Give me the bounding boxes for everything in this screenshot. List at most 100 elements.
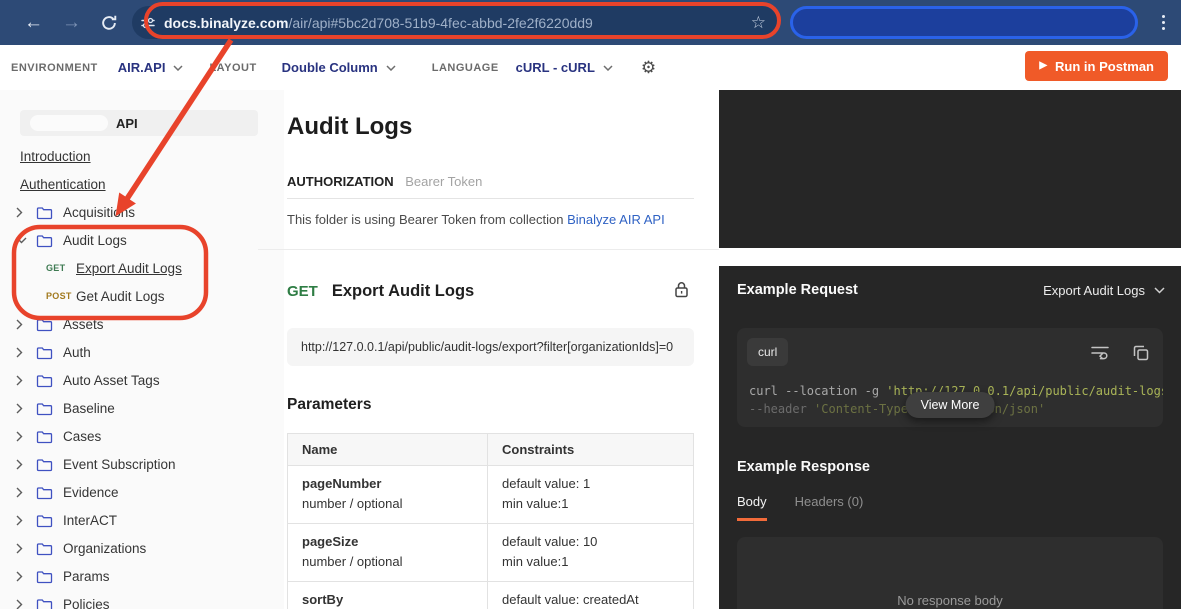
folder-label: Audit Logs — [63, 232, 127, 248]
tab-body[interactable]: Body — [737, 494, 767, 521]
sidebar-folder-evidence[interactable]: Evidence — [0, 478, 284, 506]
sidebar-request-export-audit-logs[interactable]: GET Export Audit Logs — [0, 254, 284, 282]
chevron-right-icon — [16, 431, 28, 442]
example-panel-request-block: Example Request Export Audit Logs curl c… — [719, 266, 1181, 609]
auth-note-text: This folder is using Bearer Token from c… — [287, 212, 564, 227]
settings-gear-icon[interactable]: ⚙ — [641, 59, 656, 76]
table-row: pageSize number / optional default value… — [287, 523, 694, 582]
request-label: Get Audit Logs — [76, 288, 165, 304]
chevron-right-icon — [16, 319, 28, 330]
reload-icon[interactable] — [100, 14, 118, 32]
sidebar: API Introduction Authentication Acquisit… — [0, 90, 284, 609]
folder-icon — [36, 457, 53, 472]
wrap-text-icon[interactable] — [1091, 345, 1109, 361]
page-title: Audit Logs — [287, 113, 413, 140]
chevron-down-icon — [1154, 286, 1165, 294]
example-response-heading: Example Response — [737, 459, 870, 475]
folder-icon — [36, 205, 53, 220]
folder-label: Auth — [63, 344, 91, 360]
sidebar-item-authentication[interactable]: Authentication — [20, 177, 106, 192]
sidebar-folder-acquisitions[interactable]: Acquisitions — [0, 198, 284, 226]
table-header-row: Name Constraints — [287, 433, 694, 466]
back-icon[interactable]: ← — [24, 13, 43, 32]
url-text[interactable]: docs.binalyze.com/air/api#5bc2d708-51b9-… — [164, 15, 593, 31]
folder-label: Evidence — [63, 484, 119, 500]
url-host: docs.binalyze.com — [164, 14, 289, 31]
language-select[interactable]: cURL - cURL — [516, 60, 595, 75]
folder-label: Event Subscription — [63, 456, 176, 472]
language-label: LANGUAGE — [431, 61, 499, 74]
code-language-tab[interactable]: curl — [747, 338, 789, 366]
chevron-right-icon — [16, 207, 28, 218]
example-request-selector-value: Export Audit Logs — [1043, 282, 1145, 298]
sidebar-folder-event-subscription[interactable]: Event Subscription — [0, 450, 284, 478]
chevron-down-icon[interactable] — [603, 64, 613, 71]
example-panel-empty-block — [719, 90, 1181, 248]
param-name: pageSize — [302, 534, 359, 549]
example-request-selector[interactable]: Export Audit Logs — [1043, 283, 1165, 298]
section-divider — [258, 249, 719, 250]
param-constraint: min value:1 — [502, 554, 569, 569]
folder-icon — [36, 373, 53, 388]
sidebar-folder-policies[interactable]: Policies — [0, 590, 284, 609]
sidebar-folder-params[interactable]: Params — [0, 562, 284, 590]
sidebar-request-get-audit-logs[interactable]: POST Get Audit Logs — [0, 282, 284, 310]
folder-label: Cases — [63, 428, 102, 444]
sidebar-folder-baseline[interactable]: Baseline — [0, 394, 284, 422]
response-body-box: No response body — [737, 537, 1163, 609]
sidebar-folder-assets[interactable]: Assets — [0, 310, 284, 338]
run-in-postman-button[interactable]: ▶ Run in Postman — [1025, 51, 1168, 81]
layout-label: LAYOUT — [209, 61, 257, 74]
view-more-button[interactable]: View More — [905, 392, 995, 418]
param-constraint: min value:1 — [502, 496, 569, 511]
environment-select[interactable]: AIR.API — [118, 60, 166, 75]
column-name: Name — [287, 433, 488, 466]
sidebar-folder-organizations[interactable]: Organizations — [0, 534, 284, 562]
folder-icon — [36, 485, 53, 500]
table-row: sortBy default value: createdAt — [287, 581, 694, 609]
folder-label: Acquisitions — [63, 204, 136, 220]
layout-select[interactable]: Double Column — [282, 60, 378, 75]
browser-menu-icon[interactable] — [1162, 15, 1165, 30]
example-request-heading: Example Request — [737, 282, 858, 298]
sidebar-folder-interact[interactable]: InterACT — [0, 506, 284, 534]
folder-icon — [36, 597, 53, 609]
sidebar-item-introduction[interactable]: Introduction — [20, 149, 91, 164]
collection-link[interactable]: Binalyze AIR API — [567, 212, 665, 227]
param-name: pageNumber — [302, 476, 382, 491]
param-type: number / optional — [302, 554, 403, 569]
sidebar-folder-auto-asset-tags[interactable]: Auto Asset Tags — [0, 366, 284, 394]
bookmark-star-icon[interactable]: ☆ — [751, 14, 766, 31]
folder-icon — [36, 429, 53, 444]
parameters-heading: Parameters — [287, 396, 372, 413]
folder-icon — [36, 569, 53, 584]
divider — [287, 198, 694, 199]
copy-icon[interactable] — [1133, 345, 1149, 361]
method-get-label: GET — [287, 283, 318, 300]
code-line2-flag: --header — [749, 402, 815, 416]
redacted-extension-area[interactable] — [790, 6, 1138, 39]
chevron-down-icon[interactable] — [386, 64, 396, 71]
chevron-right-icon — [16, 487, 28, 498]
play-icon: ▶ — [1039, 60, 1048, 71]
tab-headers[interactable]: Headers (0) — [795, 494, 864, 521]
doc-content: Audit Logs AUTHORIZATION Bearer Token Th… — [287, 90, 694, 609]
parameters-table: Name Constraints pageNumber number / opt… — [287, 433, 694, 609]
address-bar[interactable]: docs.binalyze.com/air/api#5bc2d708-51b9-… — [132, 6, 778, 39]
collection-header: API — [20, 110, 258, 136]
browser-chrome: ← → docs.binalyze.com/air/api#5bc2d708-5… — [0, 0, 1181, 45]
folder-label: Assets — [63, 316, 104, 332]
param-type: number / optional — [302, 496, 403, 511]
redacted-collection-name — [30, 115, 108, 131]
param-name: sortBy — [302, 592, 344, 607]
forward-icon[interactable]: → — [62, 13, 81, 32]
site-settings-icon[interactable] — [139, 16, 157, 30]
sidebar-folder-cases[interactable]: Cases — [0, 422, 284, 450]
sidebar-folder-audit-logs[interactable]: Audit Logs — [0, 226, 284, 254]
folder-icon — [36, 541, 53, 556]
folder-label: Baseline — [63, 400, 115, 416]
chevron-right-icon — [16, 375, 28, 386]
request-url: http://127.0.0.1/api/public/audit-logs/e… — [287, 328, 694, 366]
sidebar-folder-auth[interactable]: Auth — [0, 338, 284, 366]
chevron-down-icon[interactable] — [173, 64, 183, 71]
